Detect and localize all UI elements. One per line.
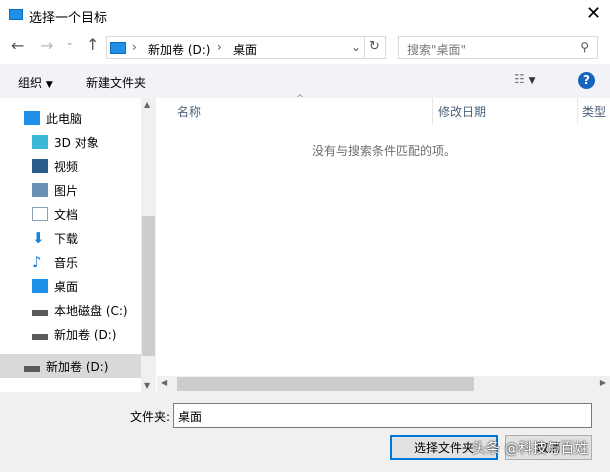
sidebar-item-label: 文档	[54, 207, 79, 222]
column-type[interactable]: 类型	[582, 98, 606, 124]
search-icon: ⚲	[580, 40, 589, 54]
sidebar-item-label: 下载	[54, 231, 79, 246]
address-bar[interactable]: › 新加卷 (D:) › 桌面 ⌄ ↻	[106, 36, 386, 59]
recent-chevron-icon[interactable]: ⌄	[66, 38, 74, 48]
desktop-icon	[110, 42, 126, 54]
sidebar-item-label: 图片	[54, 183, 79, 198]
computer-icon	[24, 111, 40, 125]
sidebar-item-label: 新加卷 (D:)	[46, 359, 109, 374]
drive-icon	[32, 310, 48, 316]
scrollbar-thumb[interactable]	[177, 377, 474, 391]
sidebar-item-drive-d[interactable]: 新加卷 (D:)	[0, 322, 141, 346]
folder-input[interactable]: 桌面	[173, 403, 592, 428]
horizontal-scrollbar[interactable]: ◀ ▶	[157, 376, 610, 392]
chevron-right-icon[interactable]: ›	[217, 40, 222, 54]
music-icon: ♪	[32, 253, 42, 271]
organize-label: 组织	[18, 76, 43, 90]
back-icon[interactable]: ←	[11, 36, 24, 55]
sidebar-item-label: 3D 对象	[54, 135, 99, 150]
sidebar-item-label: 桌面	[54, 279, 79, 294]
column-date-modified[interactable]: 修改日期	[438, 98, 486, 124]
sidebar-item-label: 音乐	[54, 255, 79, 270]
title-bar: 选择一个目标 ✕	[0, 0, 610, 30]
sidebar-item-drive-c[interactable]: 本地磁盘 (C:)	[0, 298, 141, 322]
close-icon[interactable]: ✕	[586, 3, 601, 24]
sidebar-item-videos[interactable]: 视频	[0, 154, 141, 178]
column-name[interactable]: 名称	[177, 98, 201, 124]
breadcrumb-desktop[interactable]: 桌面	[233, 41, 257, 58]
organize-button[interactable]: 组织 ▼	[18, 74, 53, 91]
sidebar-item-label: 新加卷 (D:)	[54, 327, 117, 342]
watermark: 头条 @科技与百姓	[472, 441, 589, 457]
drive-icon	[24, 366, 40, 372]
sidebar-item-downloads[interactable]: ⬇ 下载	[0, 226, 141, 250]
refresh-icon[interactable]: ↻	[369, 39, 380, 54]
drive-icon	[32, 334, 48, 340]
sidebar-item-music[interactable]: ♪ 音乐	[0, 250, 141, 274]
window-title: 选择一个目标	[29, 11, 108, 26]
up-icon[interactable]: ↑	[86, 35, 99, 54]
search-placeholder: 搜索"桌面"	[407, 43, 467, 57]
folder-input-value: 桌面	[178, 410, 203, 424]
sidebar-item-label: 此电脑	[46, 111, 83, 126]
empty-message: 没有与搜索条件匹配的项。	[312, 144, 457, 158]
sidebar-item-pictures[interactable]: 图片	[0, 178, 141, 202]
picture-icon	[32, 183, 48, 197]
sidebar-item-drive-d-selected[interactable]: 新加卷 (D:)	[0, 354, 141, 378]
sidebar-item-desktop[interactable]: 桌面	[0, 274, 141, 298]
search-input[interactable]: 搜索"桌面" ⚲	[398, 36, 598, 59]
forward-icon[interactable]: →	[40, 36, 53, 55]
scrollbar-thumb[interactable]	[142, 216, 155, 356]
download-icon: ⬇	[32, 229, 45, 247]
document-icon	[32, 207, 48, 221]
window-icon	[9, 9, 23, 20]
view-options-icon[interactable]: ☷ ▼	[514, 72, 536, 86]
sidebar-item-label: 视频	[54, 159, 79, 174]
desktop-icon	[32, 279, 48, 293]
chevron-down-icon[interactable]: ⌄	[351, 40, 361, 54]
footer: 文件夹: 桌面 选择文件夹 取消 头条 @科技与百姓	[0, 392, 610, 472]
navigation-pane: 此电脑 3D 对象 视频 图片 文档 ⬇ 下载 ♪ 音乐 桌面 本地磁盘 (C:) …	[0, 98, 141, 392]
sidebar-item-label: 本地磁盘 (C:)	[54, 303, 128, 318]
sidebar-item-documents[interactable]: 文档	[0, 202, 141, 226]
sidebar-scrollbar[interactable]: ▲ ▼	[141, 98, 156, 392]
video-icon	[32, 159, 48, 173]
cube-icon	[32, 135, 48, 149]
breadcrumb-drive[interactable]: 新加卷 (D:)	[148, 41, 210, 58]
folder-label: 文件夹:	[130, 410, 171, 424]
sidebar-item-3d-objects[interactable]: 3D 对象	[0, 130, 141, 154]
help-icon[interactable]: ?	[578, 72, 595, 89]
sort-up-icon: ^	[296, 94, 304, 104]
toolbar: 组织 ▼ 新建文件夹 ☷ ▼ ?	[0, 64, 610, 98]
sidebar-item-this-pc[interactable]: 此电脑	[0, 106, 141, 130]
chevron-right-icon[interactable]: ›	[132, 40, 137, 54]
new-folder-button[interactable]: 新建文件夹	[86, 74, 146, 91]
